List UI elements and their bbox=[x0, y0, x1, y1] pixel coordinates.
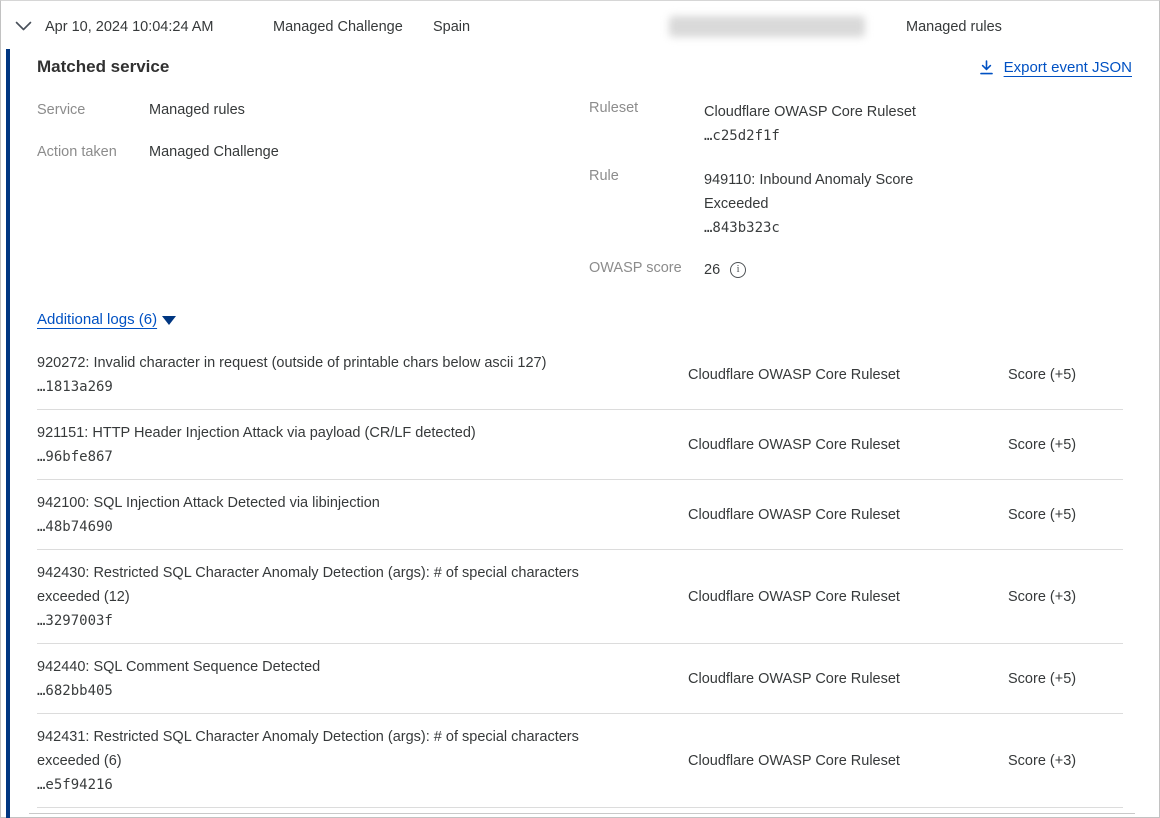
event-service: Managed rules bbox=[906, 19, 1002, 35]
additional-logs-toggle[interactable]: Additional logs (6) bbox=[37, 311, 176, 328]
log-ruleset-name: Cloudflare OWASP Core Ruleset bbox=[688, 753, 900, 769]
rule-hash: …843b323c bbox=[704, 216, 942, 240]
ruleset-field: Ruleset Cloudflare OWASP Core Ruleset …c… bbox=[589, 100, 1009, 148]
panel-bottom-divider bbox=[29, 813, 1135, 814]
event-detail-panel: Apr 10, 2024 10:04:24 AM Managed Challen… bbox=[0, 0, 1160, 818]
chevron-down-icon[interactable] bbox=[15, 21, 32, 32]
action-taken-value: Managed Challenge bbox=[149, 142, 279, 162]
log-rule-description: 942431: Restricted SQL Character Anomaly… bbox=[37, 725, 632, 773]
log-score: Score (+5) bbox=[1008, 437, 1076, 453]
download-icon bbox=[978, 59, 995, 76]
log-rule-hash: …3297003f bbox=[37, 609, 1123, 633]
ruleset-fields: Ruleset Cloudflare OWASP Core Ruleset …c… bbox=[589, 100, 1009, 280]
log-score: Score (+5) bbox=[1008, 507, 1076, 523]
caret-down-icon bbox=[162, 316, 176, 325]
log-ruleset-name: Cloudflare OWASP Core Ruleset bbox=[688, 507, 900, 523]
log-row: 921151: HTTP Header Injection Attack via… bbox=[37, 410, 1123, 480]
ruleset-hash: …c25d2f1f bbox=[704, 124, 942, 148]
additional-logs-table: 920272: Invalid character in request (ou… bbox=[37, 340, 1123, 808]
info-icon[interactable]: i bbox=[730, 262, 746, 278]
export-event-json-label: Export event JSON bbox=[1004, 59, 1132, 76]
log-rule-description: 942100: SQL Injection Attack Detected vi… bbox=[37, 491, 632, 515]
panel-title: Matched service bbox=[37, 57, 169, 77]
log-rule-hash: …1813a269 bbox=[37, 375, 1123, 399]
log-rule-description: 942440: SQL Comment Sequence Detected bbox=[37, 655, 632, 679]
rule-value: 949110: Inbound Anomaly Score Exceeded bbox=[704, 172, 913, 212]
log-row: 920272: Invalid character in request (ou… bbox=[37, 340, 1123, 410]
redacted-ray-id bbox=[669, 16, 865, 37]
log-score: Score (+3) bbox=[1008, 753, 1076, 769]
matched-service-fields: Service Managed rules Action taken Manag… bbox=[37, 100, 279, 162]
rule-field: Rule 949110: Inbound Anomaly Score Excee… bbox=[589, 168, 1009, 240]
service-value: Managed rules bbox=[149, 100, 279, 120]
event-row-header[interactable]: Apr 10, 2024 10:04:24 AM Managed Challen… bbox=[1, 1, 1159, 49]
log-row: 942440: SQL Comment Sequence Detected …6… bbox=[37, 644, 1123, 714]
log-rule-hash: …e5f94216 bbox=[37, 773, 1123, 797]
owasp-score-value: 26 bbox=[704, 260, 720, 280]
event-country: Spain bbox=[433, 19, 470, 35]
log-row: 942431: Restricted SQL Character Anomaly… bbox=[37, 714, 1123, 808]
log-row: 942430: Restricted SQL Character Anomaly… bbox=[37, 550, 1123, 644]
log-ruleset-name: Cloudflare OWASP Core Ruleset bbox=[688, 671, 900, 687]
event-action: Managed Challenge bbox=[273, 19, 403, 35]
log-ruleset-name: Cloudflare OWASP Core Ruleset bbox=[688, 589, 900, 605]
ruleset-value: Cloudflare OWASP Core Ruleset bbox=[704, 104, 916, 120]
log-score: Score (+5) bbox=[1008, 671, 1076, 687]
log-rule-description: 942430: Restricted SQL Character Anomaly… bbox=[37, 561, 632, 609]
export-event-json-link[interactable]: Export event JSON bbox=[978, 59, 1132, 76]
log-row: 942100: SQL Injection Attack Detected vi… bbox=[37, 480, 1123, 550]
log-rule-description: 921151: HTTP Header Injection Attack via… bbox=[37, 421, 632, 445]
log-ruleset-name: Cloudflare OWASP Core Ruleset bbox=[688, 367, 900, 383]
log-rule-hash: …96bfe867 bbox=[37, 445, 1123, 469]
log-score: Score (+5) bbox=[1008, 367, 1076, 383]
owasp-score-field: OWASP score 26 i bbox=[589, 260, 1009, 280]
log-score: Score (+3) bbox=[1008, 589, 1076, 605]
log-rule-hash: …48b74690 bbox=[37, 515, 1123, 539]
expanded-row-accent-bar bbox=[6, 49, 10, 818]
action-taken-label: Action taken bbox=[37, 142, 149, 162]
log-ruleset-name: Cloudflare OWASP Core Ruleset bbox=[688, 437, 900, 453]
log-rule-hash: …682bb405 bbox=[37, 679, 1123, 703]
ruleset-label: Ruleset bbox=[589, 100, 704, 148]
rule-label: Rule bbox=[589, 168, 704, 240]
additional-logs-label: Additional logs (6) bbox=[37, 311, 157, 328]
event-timestamp: Apr 10, 2024 10:04:24 AM bbox=[45, 19, 214, 35]
service-label: Service bbox=[37, 100, 149, 120]
owasp-score-label: OWASP score bbox=[589, 260, 704, 280]
log-rule-description: 920272: Invalid character in request (ou… bbox=[37, 351, 632, 375]
